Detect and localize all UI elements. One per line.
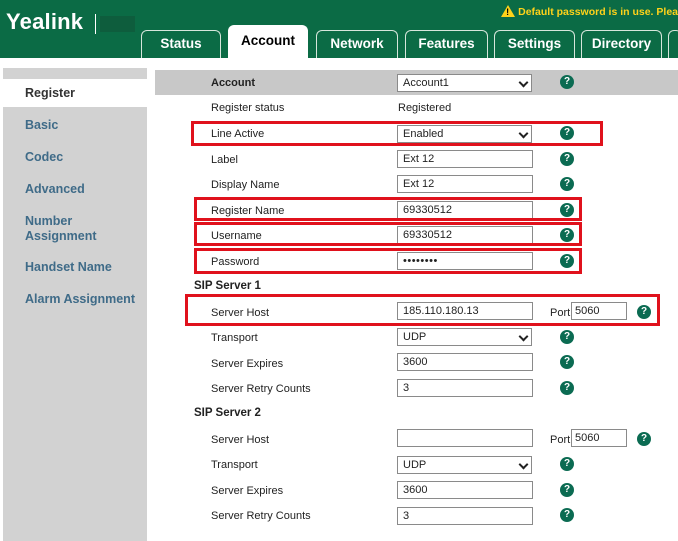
account-label: Account xyxy=(211,77,255,89)
sip-server-2-title: SIP Server 2 xyxy=(194,407,261,419)
help-icon[interactable]: ? xyxy=(560,330,574,344)
highlight-password xyxy=(194,248,582,274)
help-icon[interactable]: ? xyxy=(560,177,574,191)
tab-settings[interactable]: Settings xyxy=(494,30,575,58)
top-header: Yealink ! Default password is in use. Ple… xyxy=(0,0,678,58)
sidebar-item-handset-name[interactable]: Handset Name xyxy=(25,260,112,275)
yealink-web-ui: Yealink ! Default password is in use. Ple… xyxy=(0,0,678,541)
highlight-username xyxy=(194,222,582,246)
sip2-port-input[interactable]: 5060 xyxy=(571,429,627,447)
sip2-server-expires-input[interactable]: 3600 xyxy=(397,481,533,499)
register-status-label: Register status xyxy=(211,102,285,114)
sip2-transport-value: UDP xyxy=(403,459,427,471)
sidebar-item-advanced[interactable]: Advanced xyxy=(25,182,85,197)
tab-directory[interactable]: Directory xyxy=(581,30,662,58)
help-icon[interactable]: ? xyxy=(560,75,574,89)
help-icon[interactable]: ? xyxy=(560,508,574,522)
help-icon[interactable]: ? xyxy=(560,152,574,166)
display-name-label: Display Name xyxy=(211,179,280,191)
register-form: Account Account1 ? Register status Regis… xyxy=(155,70,678,541)
highlight-sip1-server-host xyxy=(185,294,660,326)
sip1-transport-value: UDP xyxy=(403,331,427,343)
label-field-label: Label xyxy=(211,154,238,166)
account-select[interactable]: Account1 xyxy=(397,74,532,92)
help-icon[interactable]: ? xyxy=(560,457,574,471)
sidebar-item-register[interactable]: Register xyxy=(3,79,158,107)
tab-status[interactable]: Status xyxy=(141,30,221,58)
chevron-down-icon xyxy=(518,331,529,342)
help-icon[interactable]: ? xyxy=(560,483,574,497)
sip2-server-host-input[interactable] xyxy=(397,429,533,447)
default-password-warning: ! Default password is in use. Plea xyxy=(501,3,678,18)
sip2-transport-label: Transport xyxy=(211,459,258,471)
account-select-value: Account1 xyxy=(403,77,449,89)
sip2-port-label: Port xyxy=(550,434,571,446)
sidebar: Register Basic Codec Advanced Number Ass… xyxy=(3,68,158,541)
sip1-transport-select[interactable]: UDP xyxy=(397,328,532,346)
highlight-line-active xyxy=(191,121,603,146)
label-input[interactable]: Ext 12 xyxy=(397,150,533,168)
tab-overflow[interactable] xyxy=(668,30,678,58)
warning-text: Default password is in use. Plea xyxy=(518,6,678,18)
sidebar-item-number-assignment[interactable]: Number Assignment xyxy=(25,214,115,244)
register-status-value: Registered xyxy=(398,102,452,114)
warning-icon: ! xyxy=(501,5,516,17)
sip2-retry-counts-label: Server Retry Counts xyxy=(211,510,311,522)
help-icon[interactable]: ? xyxy=(637,432,651,446)
sip1-retry-counts-label: Server Retry Counts xyxy=(211,383,311,395)
chevron-down-icon xyxy=(518,459,529,470)
help-icon[interactable]: ? xyxy=(560,355,574,369)
sip1-transport-label: Transport xyxy=(211,332,258,344)
display-name-input[interactable]: Ext 12 xyxy=(397,175,533,193)
sip2-transport-select[interactable]: UDP xyxy=(397,456,532,474)
sidebar-item-codec[interactable]: Codec xyxy=(25,150,63,165)
sidebar-item-alarm-assignment[interactable]: Alarm Assignment xyxy=(25,292,135,307)
logo-divider xyxy=(95,14,96,34)
tab-features[interactable]: Features xyxy=(405,30,488,58)
tab-network[interactable]: Network xyxy=(316,30,398,58)
tab-account[interactable]: Account xyxy=(228,25,308,58)
sip2-server-expires-label: Server Expires xyxy=(211,485,284,497)
sip2-server-host-label: Server Host xyxy=(211,434,270,446)
highlight-register-name xyxy=(194,197,582,221)
sip1-retry-counts-input[interactable]: 3 xyxy=(397,379,533,397)
yealink-logo: Yealink xyxy=(6,9,84,34)
sip1-server-expires-label: Server Expires xyxy=(211,358,284,370)
sidebar-item-basic[interactable]: Basic xyxy=(25,118,58,133)
redacted-model-label xyxy=(100,16,135,32)
help-icon[interactable]: ? xyxy=(560,381,574,395)
sip-server-1-title: SIP Server 1 xyxy=(194,280,261,292)
sip1-server-expires-input[interactable]: 3600 xyxy=(397,353,533,371)
chevron-down-icon xyxy=(518,77,529,88)
sip2-retry-counts-input[interactable]: 3 xyxy=(397,507,533,525)
